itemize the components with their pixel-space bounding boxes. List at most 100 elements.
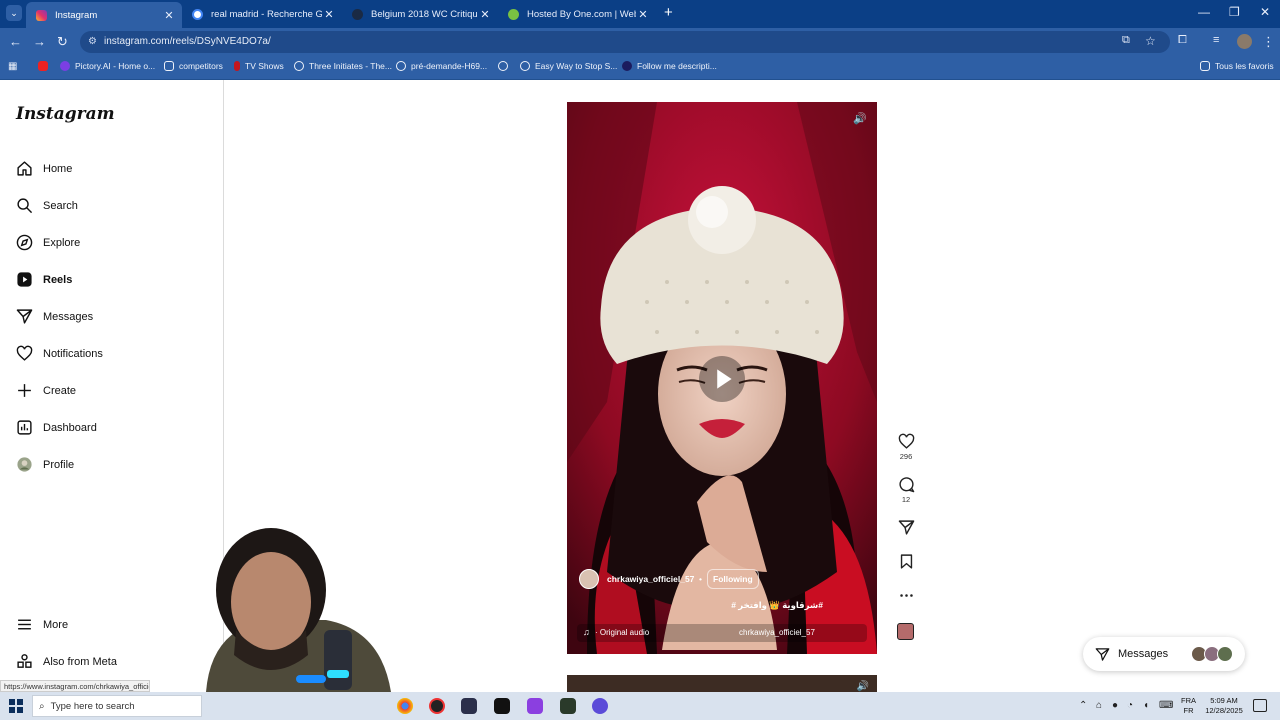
tab-belgium-critique[interactable]: Belgium 2018 WC Critique ✕ <box>342 2 498 26</box>
minimize-icon[interactable]: — <box>1198 5 1210 19</box>
app-taskbar-icon[interactable] <box>560 698 576 714</box>
tiktok-taskbar-icon[interactable] <box>494 698 510 714</box>
more-options-action[interactable] <box>896 587 916 604</box>
bookmark-three-initiates[interactable]: Three Initiates - The... <box>294 61 392 71</box>
bookmark-label: Three Initiates - The... <box>309 61 392 71</box>
tray-clock[interactable]: 5:09 AM 12/28/2025 <box>1199 696 1249 716</box>
reel-caption[interactable]: #شرقاوية 👑 وافتخر # <box>731 600 823 611</box>
nav-profile[interactable]: Profile <box>16 456 74 473</box>
app-taskbar-icon[interactable] <box>429 698 445 714</box>
site-favicon-icon <box>352 8 363 20</box>
forward-icon[interactable]: → <box>33 34 46 49</box>
instagram-logo[interactable]: Instagram <box>16 104 115 124</box>
windows-start-icon[interactable] <box>9 699 23 713</box>
new-tab-button[interactable]: + <box>664 4 673 21</box>
close-tab-icon[interactable]: ✕ <box>636 8 650 21</box>
globe-icon <box>498 61 508 71</box>
following-button[interactable]: Following <box>707 569 759 589</box>
restore-icon[interactable]: ❐ <box>1229 5 1240 19</box>
tab-search-dropdown[interactable]: ⌄ <box>6 5 22 21</box>
tray-mic-icon[interactable]: ● <box>1112 700 1118 711</box>
share-action[interactable] <box>896 519 916 536</box>
audio-bar[interactable]: ♫ · Original audio chrkawiya_officiel_57 <box>577 624 867 642</box>
nav-notifications[interactable]: Notifications <box>16 345 103 362</box>
reload-icon[interactable]: ↻ <box>57 34 68 50</box>
bookmark-label: Follow me descripti... <box>637 61 717 71</box>
volume-icon[interactable]: 🔊 <box>851 110 869 128</box>
close-tab-icon[interactable]: ✕ <box>162 9 176 22</box>
bookmark-follow-me[interactable]: Follow me descripti... <box>622 61 717 71</box>
tray-chevron-icon[interactable]: ⌃ <box>1079 700 1087 711</box>
bookmark-globe[interactable] <box>498 61 513 71</box>
tray-network-icon[interactable]: ⌂ <box>1096 700 1102 711</box>
bookmark-youtube[interactable] <box>38 61 53 71</box>
all-bookmarks-folder[interactable]: Tous les favoris <box>1200 61 1274 71</box>
tab-instagram[interactable]: Instagram ✕ <box>26 2 182 28</box>
url-text: instagram.com/reels/DSyNVE4DO7a/ <box>104 36 271 47</box>
tab-google-search[interactable]: real madrid - Recherche Google ✕ <box>182 2 342 26</box>
next-reel-preview[interactable]: 🔊 <box>567 675 877 692</box>
nav-label: Reels <box>43 273 73 286</box>
media-icon[interactable]: ≡ <box>1213 34 1219 46</box>
tray-language[interactable]: FRA FR <box>1181 696 1196 716</box>
back-icon[interactable]: ← <box>9 34 22 49</box>
nav-more[interactable]: More <box>16 616 68 633</box>
nav-messages[interactable]: Messages <box>16 308 93 325</box>
nav-explore[interactable]: Explore <box>16 234 80 251</box>
app-taskbar-icon[interactable] <box>527 698 543 714</box>
bookmark-star-icon[interactable]: ☆ <box>1145 34 1156 48</box>
nav-create[interactable]: Create <box>16 382 76 399</box>
clock-date: 12/28/2025 <box>1205 706 1243 715</box>
bookmark-pre-demande[interactable]: pré-demande-H69... <box>396 61 487 71</box>
nav-also-from-meta[interactable]: Also from Meta <box>16 653 117 670</box>
extensions-icon[interactable]: ⧠ <box>1178 34 1187 47</box>
notification-center-icon[interactable] <box>1253 699 1267 712</box>
nav-dashboard[interactable]: Dashboard <box>16 419 97 436</box>
reel-username[interactable]: chrkawiya_officiel_57 <box>607 574 694 584</box>
bookmark-competitors[interactable]: competitors <box>164 61 223 71</box>
bookmark-label: pré-demande-H69... <box>411 61 488 71</box>
pictory-icon <box>60 61 70 71</box>
apps-grid-icon[interactable]: ▦ <box>8 61 17 72</box>
ellipsis-icon <box>899 594 913 597</box>
chrome-taskbar-icon[interactable] <box>397 698 413 714</box>
browser-menu-icon[interactable]: ⋮ <box>1262 34 1275 50</box>
play-button[interactable] <box>699 356 745 402</box>
bookmark-label: Pictory.AI - Home o... <box>75 61 156 71</box>
audio-thumbnail[interactable] <box>897 623 914 640</box>
nav-home[interactable]: Home <box>16 160 72 177</box>
youtube-icon <box>38 61 48 71</box>
tray-volume-icon[interactable]: ◖ <box>1143 700 1149 711</box>
site-info-icon[interactable]: ⚙ <box>88 31 97 53</box>
nav-label: Messages <box>43 310 94 323</box>
reel-video[interactable]: 🔊 chrkawiya_officiel_57 • Following #شرق… <box>567 102 877 654</box>
like-action[interactable]: 296 <box>896 433 916 461</box>
music-note-icon: ♫ <box>583 627 590 637</box>
close-tab-icon[interactable]: ✕ <box>322 8 336 21</box>
tab-title: real madrid - Recherche Google <box>211 8 322 20</box>
install-app-icon[interactable]: ⧉ <box>1122 34 1130 47</box>
app-taskbar-icon[interactable] <box>592 698 608 714</box>
tray-wifi-icon[interactable]: ◔ <box>1127 700 1133 711</box>
taskbar-search-box[interactable]: ⌕ Type here to search <box>32 695 202 717</box>
send-icon <box>1095 647 1110 661</box>
search-icon: ⌕ <box>39 700 45 712</box>
reel-author-avatar[interactable] <box>579 569 599 589</box>
comment-action[interactable]: 12 <box>896 476 916 504</box>
nav-search[interactable]: Search <box>16 197 78 214</box>
volume-icon[interactable]: 🔊 <box>857 681 869 692</box>
compass-icon <box>16 234 33 251</box>
messages-button[interactable]: Messages <box>1083 637 1245 671</box>
tab-one-com[interactable]: Hosted By One.com | Webhosting ✕ <box>498 2 656 26</box>
nav-reels[interactable]: Reels <box>16 271 72 288</box>
tray-keyboard-icon[interactable]: ⌨ <box>1159 700 1173 711</box>
bookmark-pictory[interactable]: Pictory.AI - Home o... <box>60 61 155 71</box>
profile-avatar[interactable] <box>1237 34 1252 49</box>
bookmark-tv-shows[interactable]: TV Shows <box>234 61 284 71</box>
bookmark-easy-way[interactable]: Easy Way to Stop S... <box>520 61 617 71</box>
close-tab-icon[interactable]: ✕ <box>478 8 492 21</box>
url-bar[interactable]: ⚙ instagram.com/reels/DSyNVE4DO7a/ <box>80 31 1170 53</box>
close-window-icon[interactable]: ✕ <box>1260 5 1270 19</box>
save-action[interactable] <box>896 553 916 570</box>
app-taskbar-icon[interactable] <box>461 698 477 714</box>
